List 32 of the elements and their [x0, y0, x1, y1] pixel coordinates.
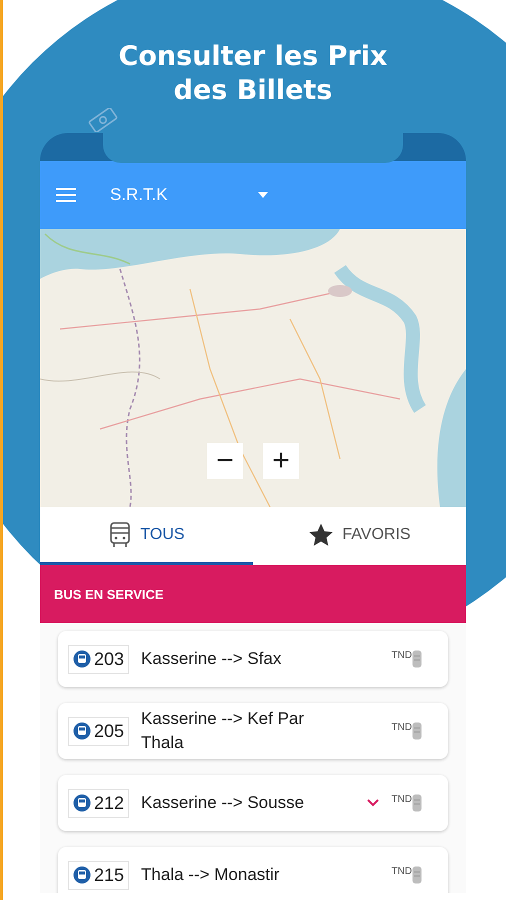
dropdown-icon: [258, 192, 268, 198]
price-icon: [412, 866, 422, 884]
route-name: Kasserine --> Kef Par Thala: [141, 708, 306, 754]
bus-icon: [73, 794, 91, 812]
star-icon: [308, 522, 334, 548]
route-card[interactable]: 212 Kasserine --> Sousse TND: [58, 775, 448, 831]
bus-icon: [73, 650, 91, 668]
section-title: BUS EN SERVICE: [54, 586, 164, 602]
bus-icon: [73, 866, 91, 884]
route-number-badge: 205: [68, 716, 130, 746]
bus-icon: [73, 722, 91, 740]
route-card[interactable]: 203 Kasserine --> Sfax TND: [58, 631, 448, 687]
route-name: Kasserine --> Sfax: [141, 648, 282, 670]
price-icon: [412, 794, 422, 812]
headline: Consulter les Prix des Billets: [118, 40, 388, 108]
price-icon: [412, 722, 422, 740]
currency-label: TND: [391, 866, 412, 877]
currency-label: TND: [391, 650, 412, 661]
zoom-out-button[interactable]: −: [207, 443, 243, 479]
route-card[interactable]: 215 Thala --> Monastir TND: [58, 847, 448, 893]
currency-label: TND: [391, 794, 412, 805]
bus-icon: [108, 520, 132, 548]
route-name: Kasserine --> Sousse: [141, 792, 304, 814]
banknote-icon: [86, 108, 120, 132]
price-icon: [412, 650, 422, 668]
route-name: Thala --> Monastir: [141, 864, 280, 886]
menu-icon[interactable]: [56, 187, 76, 203]
route-number-badge: 212: [68, 788, 130, 818]
zoom-in-button[interactable]: +: [263, 443, 299, 479]
currency-label: TND: [391, 722, 412, 733]
route-number-badge: 203: [68, 644, 130, 674]
route-number-badge: 215: [68, 860, 130, 890]
